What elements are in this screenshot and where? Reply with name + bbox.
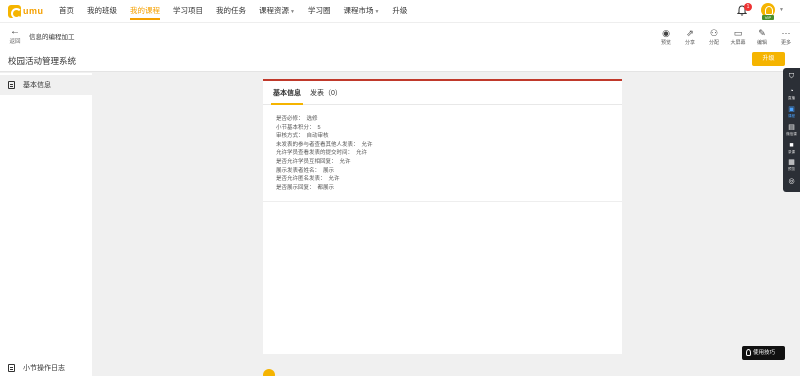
course-header: ← 返回 信息的编程加工 校园活动管理系统 ◉ 预览 ⇗ 分享 ⚇ 分配 ▭ 大…: [0, 22, 800, 72]
shield-icon: ⛉: [788, 73, 795, 80]
tool-label: 大屏幕: [730, 40, 746, 46]
assign-button[interactable]: ⚇ 分配: [702, 28, 726, 46]
more-button[interactable]: ··· 更多: [774, 28, 798, 46]
info-row: 小节基本积分： 5: [276, 124, 321, 131]
info-card: 基本信息 发表（0） 是否必修： 选修 小节基本积分： 5 审核方式： 自动审核 未发…: [263, 79, 622, 354]
tool-label: 更多: [780, 40, 791, 46]
nav-my-classes[interactable]: 我的班级: [87, 0, 117, 22]
wechat-course-button[interactable]: ▤ 微信课: [783, 124, 800, 137]
nav-my-courses[interactable]: 我的课程: [130, 0, 160, 22]
nav-learning-circle[interactable]: 学习圈: [308, 0, 331, 22]
preview-side-button[interactable]: ▦ 预览: [783, 159, 800, 172]
rightbar-label: 直播: [788, 96, 795, 100]
chevron-down-icon[interactable]: ▼: [779, 7, 784, 13]
next-item-preview: [263, 369, 383, 376]
info-row: 是否允许匿名发表： 允许: [276, 176, 340, 183]
nav-learning-projects[interactable]: 学习项目: [173, 0, 203, 22]
sidebar: 基本信息 小节操作日志: [0, 73, 92, 376]
log-icon: [8, 364, 15, 372]
rightbar-label: 预览: [788, 167, 795, 171]
record-button[interactable]: ■ 录课: [783, 142, 800, 155]
nav-course-resources[interactable]: 课程资源▼: [259, 0, 295, 22]
edit-icon: ✎: [758, 28, 766, 38]
share-button[interactable]: ⇗ 分享: [678, 28, 702, 46]
floating-toolbar: ⛉ ◔ 直播 ▣ 课程 ▤ 微信课 ■ 录课 ▦ 预览 ◎: [783, 68, 800, 192]
more-icon: ···: [781, 28, 791, 38]
info-row: 展示发表者姓名： 展示: [276, 167, 335, 174]
logo-text: umu: [23, 6, 44, 16]
tips-button[interactable]: 使用技巧: [742, 346, 785, 360]
assign-user-icon: ⚇: [709, 28, 719, 38]
nav-course-market[interactable]: 课程市场▼: [343, 0, 379, 22]
settings-button[interactable]: ◎: [783, 178, 800, 186]
sidebar-item-label: 小节操作日志: [23, 365, 65, 372]
info-row: 允许学员查看发表的提交时间： 允许: [276, 150, 368, 157]
sidebar-item-operation-log[interactable]: 小节操作日志: [0, 358, 92, 376]
settings-icon: ◎: [788, 178, 795, 185]
sidebar-item-basic-info[interactable]: 基本信息: [0, 75, 92, 95]
chevron-down-icon: ▼: [374, 9, 380, 15]
big-screen-button[interactable]: ▭ 大屏幕: [726, 28, 750, 46]
tool-label: 分配: [708, 40, 719, 46]
breadcrumb[interactable]: 信息的编程加工: [29, 31, 75, 41]
lightbulb-icon: [746, 349, 751, 356]
avatar: [263, 369, 275, 376]
rightbar-label: 微信课: [786, 132, 797, 136]
preview-button[interactable]: ◉ 预览: [654, 28, 678, 46]
sidebar-item-label: 基本信息: [23, 82, 51, 89]
top-nav: umu 首页 我的班级 我的课程 学习项目 我的任务 课程资源▼ 学习圈 课程市…: [0, 0, 800, 22]
page-title: 校园活动管理系统: [8, 56, 77, 66]
tab-basic-info[interactable]: 基本信息: [271, 88, 303, 105]
tab-bar: 基本信息 发表（0）: [263, 81, 622, 105]
info-row: 未发表的参与者查看其他人发表： 允许: [276, 141, 373, 148]
tool-label: 编辑: [756, 40, 767, 46]
info-row: 是否展示回复： 都展示: [276, 184, 335, 191]
info-row: 是否允许学员互相回复： 允许: [276, 158, 351, 165]
vip-badge: VIP: [762, 15, 774, 20]
info-list: 是否必修： 选修 小节基本积分： 5 审核方式： 自动审核 未发表的参与者查看其他人发…: [276, 115, 373, 192]
tool-label: 分享: [684, 40, 695, 46]
monitor-icon: ▭: [733, 28, 743, 38]
edit-button[interactable]: ✎ 编辑: [750, 28, 774, 46]
notification-badge: 1: [744, 3, 752, 11]
back-button[interactable]: ← 返回: [7, 26, 23, 46]
nav-upgrade[interactable]: 升级: [392, 0, 407, 22]
live-icon: ◔: [789, 88, 794, 95]
nav-home[interactable]: 首页: [59, 0, 74, 22]
shield-button[interactable]: ⛉: [783, 73, 800, 81]
wechat-course-icon: ▤: [788, 124, 795, 131]
umu-logo-icon: [8, 4, 22, 19]
eye-icon: ◉: [662, 28, 670, 38]
tab-posts[interactable]: 发表（0）: [310, 88, 342, 105]
chevron-down-icon: ▼: [290, 9, 295, 15]
divider: [263, 201, 622, 202]
document-icon: [8, 81, 15, 89]
rightbar-label: 课程: [788, 114, 795, 118]
nav-my-tasks[interactable]: 我的任务: [216, 0, 246, 22]
toolbar: ◉ 预览 ⇗ 分享 ⚇ 分配 ▭ 大屏幕 ✎ 编辑 ··· 更多: [654, 28, 798, 46]
course-icon: ▣: [788, 106, 795, 113]
arrow-left-icon: ←: [10, 26, 20, 37]
back-label: 返回: [9, 39, 21, 45]
tool-label: 预览: [660, 40, 671, 46]
info-row: 审核方式： 自动审核: [276, 133, 329, 140]
course-button[interactable]: ▣ 课程: [783, 106, 800, 119]
upgrade-button[interactable]: 升级: [752, 52, 785, 66]
tips-label: 使用技巧: [753, 350, 776, 356]
live-button[interactable]: ◔ 直播: [783, 88, 800, 101]
umu-logo[interactable]: umu: [8, 4, 46, 19]
record-icon: ■: [789, 142, 794, 149]
share-icon: ⇗: [686, 28, 694, 38]
info-row: 是否必修： 选修: [276, 116, 318, 122]
preview-icon: ▦: [788, 159, 795, 166]
rightbar-label: 录课: [788, 150, 795, 154]
